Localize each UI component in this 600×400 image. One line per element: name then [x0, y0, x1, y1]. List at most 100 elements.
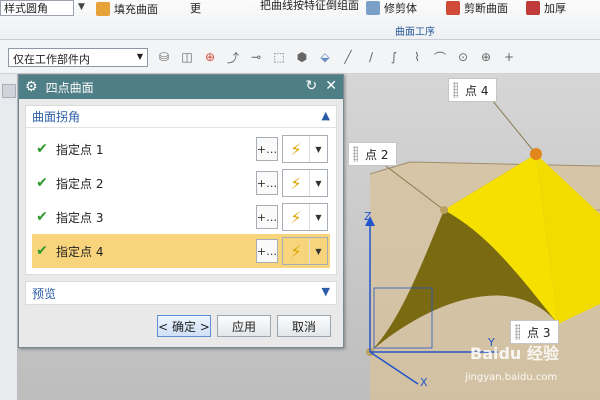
inferred-point-selector[interactable]: ⚡ ▼ — [282, 169, 328, 197]
style-combo[interactable]: 样式圆角 — [0, 0, 74, 16]
lightning-icon: ⚡ — [290, 139, 302, 159]
callout-point-4-label: 点 4 — [465, 83, 489, 98]
row-label: 指定点 1 — [56, 142, 104, 157]
plus-icon[interactable]: + — [501, 49, 517, 65]
thicken-label: 加厚 — [544, 2, 566, 15]
specify-point-row[interactable]: ✔ 指定点 2 +… ⚡ ▼ — [32, 166, 330, 200]
axis-x-label: X — [420, 376, 428, 389]
callout-point-4[interactable]: 点 4 — [448, 78, 498, 102]
trim-body-button[interactable]: 修剪体 — [366, 0, 417, 16]
resource-tab[interactable] — [2, 84, 16, 98]
split-surface-label: 剪断曲面 — [464, 2, 508, 15]
chevron-down-icon[interactable]: ▼ — [309, 238, 327, 264]
fill-surface-icon — [96, 2, 110, 16]
callout-point-3-label: 点 3 — [527, 325, 551, 340]
corners-group-title: 曲面拐角 — [32, 110, 81, 124]
chevron-down-icon[interactable]: ▼ — [309, 170, 327, 196]
point-2-marker — [440, 206, 448, 214]
quadrant-icon[interactable]: ⊕ — [478, 49, 494, 65]
row-label: 指定点 4 — [56, 244, 104, 259]
row-label: 指定点 3 — [56, 210, 104, 225]
lightning-icon: ⚡ — [290, 207, 302, 227]
four-point-surface-dialog: ⚙ 四点曲面 ↻ ✕ 曲面拐角 ▲ ✔ 指定点 1 +… ⚡ ▼ ✔ 指定点 2 — [18, 74, 344, 348]
solid-body-icon[interactable]: ⬢ — [294, 49, 310, 65]
selection-scope-value: 仅在工作部件内 — [13, 53, 90, 66]
chevron-up-icon[interactable]: ▲ — [322, 109, 330, 122]
ok-button[interactable]: < 确定 > — [157, 315, 211, 337]
specify-point-row[interactable]: ✔ 指定点 3 +… ⚡ ▼ — [32, 200, 330, 234]
select-face-icon[interactable]: ◫ — [179, 49, 195, 65]
more-button[interactable]: 更 — [190, 0, 201, 16]
chevron-down-icon[interactable]: ▼ — [309, 204, 327, 230]
cancel-button[interactable]: 取消 — [277, 315, 331, 337]
arc-icon[interactable]: ⌒ — [432, 49, 448, 65]
circle-center-icon[interactable]: ⊙ — [455, 49, 471, 65]
point-dialog-button[interactable]: +… — [256, 205, 278, 229]
point-dialog-button[interactable]: +… — [256, 137, 278, 161]
ribbon: 样式圆角 ▼ 填充曲面 更 把曲线按特征倒组面 修剪体 剪断曲面 加厚 曲面工序 — [0, 0, 600, 40]
selection-scope-combo[interactable]: 仅在工作部件内 ▼ — [8, 48, 148, 67]
corners-group: 曲面拐角 ▲ ✔ 指定点 1 +… ⚡ ▼ ✔ 指定点 2 +… ⚡ ▼ ✔ 指… — [25, 105, 337, 275]
lightning-icon: ⚡ — [290, 241, 302, 261]
snap-point-icon[interactable]: ⊕ — [202, 49, 218, 65]
row-label: 指定点 2 — [56, 176, 104, 191]
more-label: 更 — [190, 2, 201, 15]
selection-toolbar: 仅在工作部件内 ▼ ⛁ ◫ ⊕ ⤴ ⊸ ⬚ ⬢ ⬙ ╱ ∕ ∫ ⌇ ⌒ ⊙ ⊕ … — [0, 40, 600, 74]
split-surface-icon — [446, 1, 460, 15]
fill-surface-label: 填充曲面 — [114, 3, 158, 16]
watermark-url: jingyan.baidu.com — [465, 372, 558, 383]
watermark: Baidu 经验 — [470, 344, 559, 363]
chevron-down-icon[interactable]: ▼ — [309, 136, 327, 162]
grip-icon — [515, 324, 520, 340]
point-dialog-button[interactable]: +… — [256, 239, 278, 263]
preview-group: 预览 ▼ — [25, 281, 337, 305]
check-icon: ✔ — [36, 141, 48, 157]
thicken-icon — [526, 1, 540, 15]
leader-line-4 — [491, 99, 537, 155]
preview-group-header[interactable]: 预览 ▼ — [26, 282, 336, 304]
tangent-icon[interactable]: ⊸ — [248, 49, 264, 65]
specify-point-row-active[interactable]: ✔ 指定点 4 +… ⚡ ▼ — [32, 234, 330, 268]
curve-feature-button[interactable]: 把曲线按特征倒组面 — [260, 0, 359, 10]
apply-button[interactable]: 应用 — [217, 315, 271, 337]
grip-icon — [453, 82, 458, 98]
point-dialog-button[interactable]: +… — [256, 171, 278, 195]
chevron-down-icon[interactable]: ▼ — [78, 2, 85, 12]
inferred-point-selector[interactable]: ⚡ ▼ — [282, 203, 328, 231]
trim-body-icon — [366, 1, 380, 15]
reset-icon[interactable]: ↻ — [306, 78, 318, 94]
polyline-icon[interactable]: ⌇ — [409, 49, 425, 65]
callout-point-2-label: 点 2 — [365, 147, 389, 162]
point-4-marker — [530, 148, 542, 160]
resource-bar — [0, 74, 18, 400]
chevron-down-icon[interactable]: ▼ — [322, 285, 330, 298]
line-icon[interactable]: ╱ — [340, 49, 356, 65]
cube-icon[interactable]: ⬙ — [317, 49, 333, 65]
curve-icon[interactable]: ∕ — [363, 49, 379, 65]
thicken-button[interactable]: 加厚 — [526, 0, 566, 16]
check-icon: ✔ — [36, 175, 48, 191]
check-icon: ✔ — [36, 243, 48, 259]
trim-body-label: 修剪体 — [384, 2, 417, 15]
grip-icon — [353, 146, 358, 162]
filter-icon[interactable]: ⛁ — [156, 49, 172, 65]
ribbon-group-label: 曲面工序 — [395, 27, 435, 38]
check-icon: ✔ — [36, 209, 48, 225]
curve-rule-icon[interactable]: ⤴ — [225, 49, 241, 65]
dialog-title: 四点曲面 — [45, 80, 94, 95]
chevron-down-icon: ▼ — [136, 52, 143, 61]
inferred-point-selector[interactable]: ⚡ ▼ — [282, 135, 328, 163]
callout-point-2[interactable]: 点 2 — [348, 142, 398, 166]
box-select-icon[interactable]: ⬚ — [271, 49, 287, 65]
spline-icon[interactable]: ∫ — [386, 49, 402, 65]
fill-surface-button[interactable]: 填充曲面 — [96, 1, 158, 17]
dialog-title-bar[interactable]: ⚙ 四点曲面 ↻ ✕ — [19, 75, 343, 99]
inferred-point-selector[interactable]: ⚡ ▼ — [282, 237, 328, 265]
axis-z-label: Z — [364, 210, 372, 223]
close-icon[interactable]: ✕ — [325, 78, 337, 94]
specify-point-row[interactable]: ✔ 指定点 1 +… ⚡ ▼ — [32, 132, 330, 166]
gear-icon[interactable]: ⚙ — [25, 79, 38, 95]
split-surface-button[interactable]: 剪断曲面 — [446, 0, 508, 16]
lightning-icon: ⚡ — [290, 173, 302, 193]
corners-group-header[interactable]: 曲面拐角 ▲ — [26, 106, 336, 128]
